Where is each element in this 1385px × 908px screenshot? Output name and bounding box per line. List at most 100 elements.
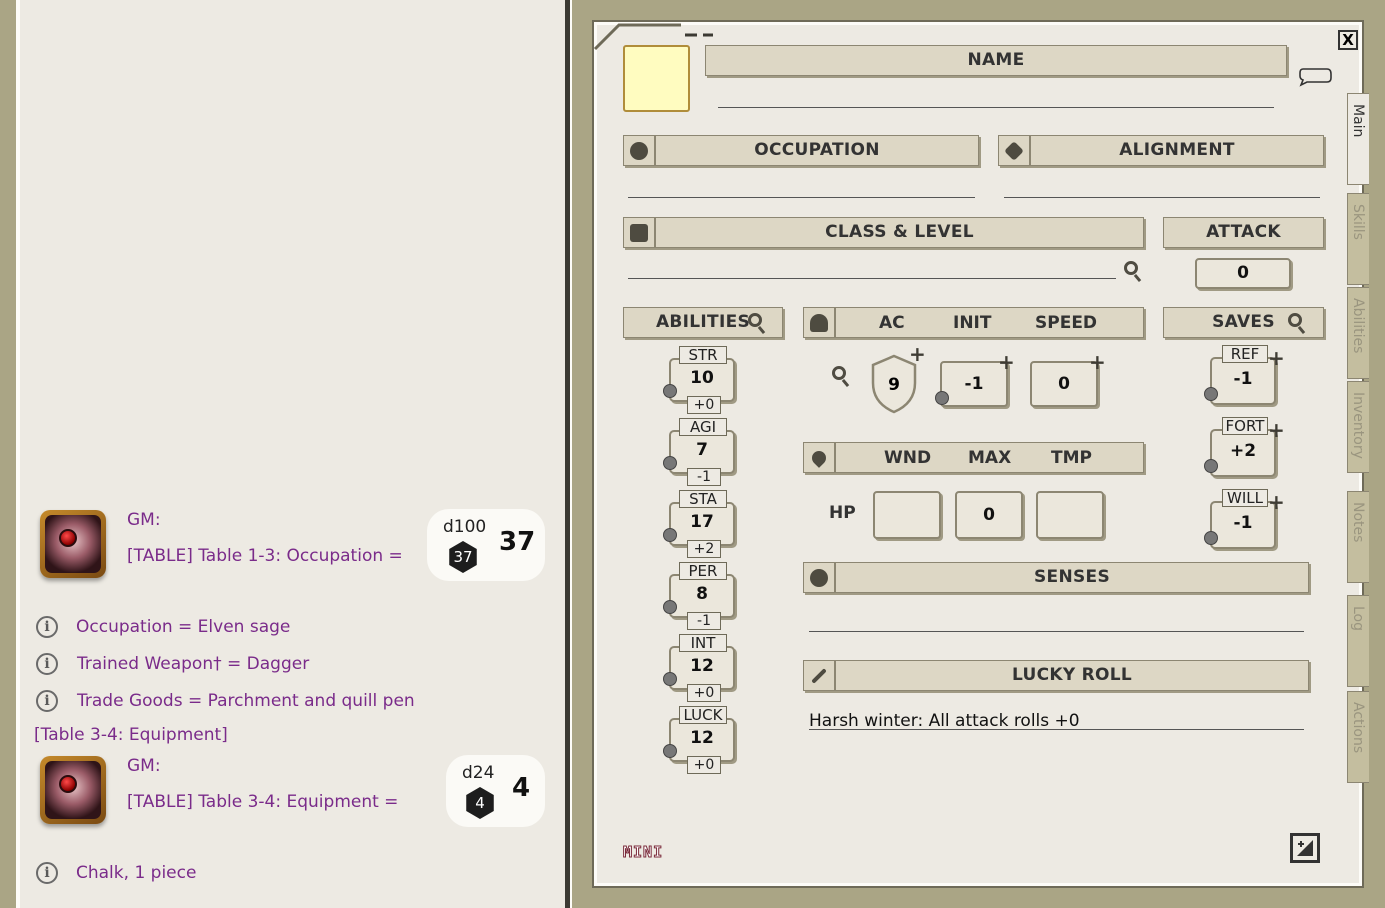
lucky-roll-header: LUCKY ROLL (835, 660, 1309, 691)
defense-icon[interactable] (803, 307, 835, 338)
tab-label: Actions (1350, 702, 1366, 754)
class-icon[interactable] (623, 217, 655, 248)
ability-score[interactable]: 17 (669, 512, 735, 532)
tmp-label: TMP (1051, 448, 1092, 468)
roll-dot-icon[interactable] (1204, 387, 1218, 401)
chat-message-text: [TABLE] Table 1-3: Occupation = (127, 546, 403, 566)
roll-dot-icon[interactable] (663, 456, 677, 470)
saves-label: SAVES (1212, 312, 1275, 332)
lucky-roll-value[interactable]: Harsh winter: All attack rolls +0 (809, 711, 1080, 731)
tab-notes[interactable]: Notes (1347, 491, 1369, 583)
ability-score[interactable]: 10 (669, 368, 735, 388)
heart-icon[interactable] (803, 442, 835, 473)
saves-search-icon[interactable] (1288, 313, 1302, 327)
roll-dot-icon[interactable] (935, 391, 949, 405)
speed-add-icon[interactable]: + (1089, 352, 1106, 372)
ability-mod: -1 (687, 468, 721, 486)
occupation-icon[interactable] (623, 135, 655, 166)
name-header: NAME (705, 45, 1287, 76)
roll-dot-icon[interactable] (663, 528, 677, 542)
save-ref[interactable]: REF -1 + (1204, 345, 1285, 407)
hp-temp-field[interactable] (1036, 491, 1104, 539)
save-add-icon[interactable]: + (1268, 492, 1285, 512)
roll-dot-icon[interactable] (663, 672, 677, 686)
ability-score[interactable]: 12 (669, 728, 735, 748)
info-icon: i (36, 862, 58, 884)
resize-icon[interactable] (1290, 833, 1320, 863)
mini-toggle[interactable]: MINI (622, 843, 663, 862)
tab-main[interactable]: Main (1347, 93, 1369, 185)
save-will[interactable]: WILL -1 + (1204, 489, 1285, 551)
tab-inventory[interactable]: Inventory (1347, 381, 1369, 473)
speed-value[interactable]: 0 (1030, 361, 1098, 407)
ability-name: AGI (679, 418, 727, 436)
tab-abilities[interactable]: Abilities (1347, 287, 1369, 379)
tab-skills[interactable]: Skills (1347, 193, 1369, 285)
chat-result-line: Chalk, 1 piece (76, 863, 197, 883)
ac-label: AC (879, 313, 905, 333)
ability-score[interactable]: 8 (669, 584, 735, 604)
save-value[interactable]: +2 (1210, 441, 1276, 461)
senses-field[interactable] (809, 631, 1304, 632)
tab-log[interactable]: Log (1347, 595, 1369, 687)
ability-int[interactable]: INT 12 +0 (663, 634, 735, 702)
ability-score[interactable]: 7 (669, 440, 735, 460)
ability-name: STA (679, 490, 727, 508)
wand-icon[interactable] (803, 660, 835, 691)
roll-dot-icon[interactable] (1204, 459, 1218, 473)
hp-max-field[interactable]: 0 (955, 491, 1023, 539)
save-add-icon[interactable]: + (1268, 348, 1285, 368)
info-icon: i (36, 616, 58, 638)
ability-sta[interactable]: STA 17 +2 (663, 490, 735, 558)
class-level-field[interactable] (628, 278, 1116, 279)
wnd-label: WND (884, 448, 932, 468)
alignment-icon[interactable] (998, 135, 1030, 166)
abilities-search-icon[interactable] (748, 313, 762, 327)
ability-mod: +0 (687, 396, 721, 414)
chat-message-text: [TABLE] Table 3-4: Equipment = (127, 792, 399, 812)
attack-value[interactable]: 0 (1195, 258, 1291, 289)
table-roll-link[interactable]: [Table 3-4: Equipment] (34, 725, 228, 745)
ac-search-icon[interactable] (832, 366, 846, 380)
ability-per[interactable]: PER 8 -1 (663, 562, 735, 630)
dice-roll-result[interactable]: d100 37 37 (427, 509, 545, 581)
occupation-field[interactable] (628, 197, 975, 198)
roll-dot-icon[interactable] (663, 384, 677, 398)
init-add-icon[interactable]: + (998, 352, 1015, 372)
dice-roll-result[interactable]: d24 4 4 (446, 755, 545, 827)
hp-label: HP (829, 503, 856, 523)
ac-add-icon[interactable]: + (909, 344, 926, 364)
portrait-slot[interactable] (623, 45, 690, 112)
name-field[interactable] (718, 107, 1274, 108)
panel-divider[interactable] (565, 0, 570, 908)
alignment-field[interactable] (1004, 197, 1320, 198)
dice-type: d24 (462, 763, 495, 783)
speech-bubble-icon[interactable] (1297, 65, 1333, 87)
chat-log: GM: [TABLE] Table 1-3: Occupation = d100… (16, 0, 572, 908)
abilities-label: ABILITIES (655, 312, 751, 332)
hp-wounds-field[interactable] (873, 491, 941, 539)
save-add-icon[interactable]: + (1268, 420, 1285, 440)
roll-dot-icon[interactable] (663, 744, 677, 758)
ability-score[interactable]: 12 (669, 656, 735, 676)
senses-icon[interactable] (803, 562, 835, 593)
roll-dot-icon[interactable] (663, 600, 677, 614)
ability-mod: +0 (687, 684, 721, 702)
save-fort[interactable]: FORT +2 + (1204, 417, 1285, 479)
close-button[interactable]: X (1338, 30, 1358, 50)
chat-speaker: GM: (127, 510, 161, 530)
tab-actions[interactable]: Actions (1347, 691, 1369, 783)
ability-luck[interactable]: LUCK 12 +0 (663, 706, 735, 774)
save-value[interactable]: -1 (1210, 513, 1276, 533)
init-label: INIT (953, 313, 992, 333)
gm-avatar (40, 510, 106, 578)
ability-agi[interactable]: AGI 7 -1 (663, 418, 735, 486)
ability-mod: +2 (687, 540, 721, 558)
ability-str[interactable]: STR 10 +0 (663, 346, 735, 414)
ac-value[interactable]: 9 (869, 375, 919, 395)
class-search-icon[interactable] (1124, 261, 1138, 275)
save-value[interactable]: -1 (1210, 369, 1276, 389)
ability-mod: +0 (687, 756, 721, 774)
roll-dot-icon[interactable] (1204, 531, 1218, 545)
chat-result-line: Occupation = Elven sage (76, 617, 291, 637)
